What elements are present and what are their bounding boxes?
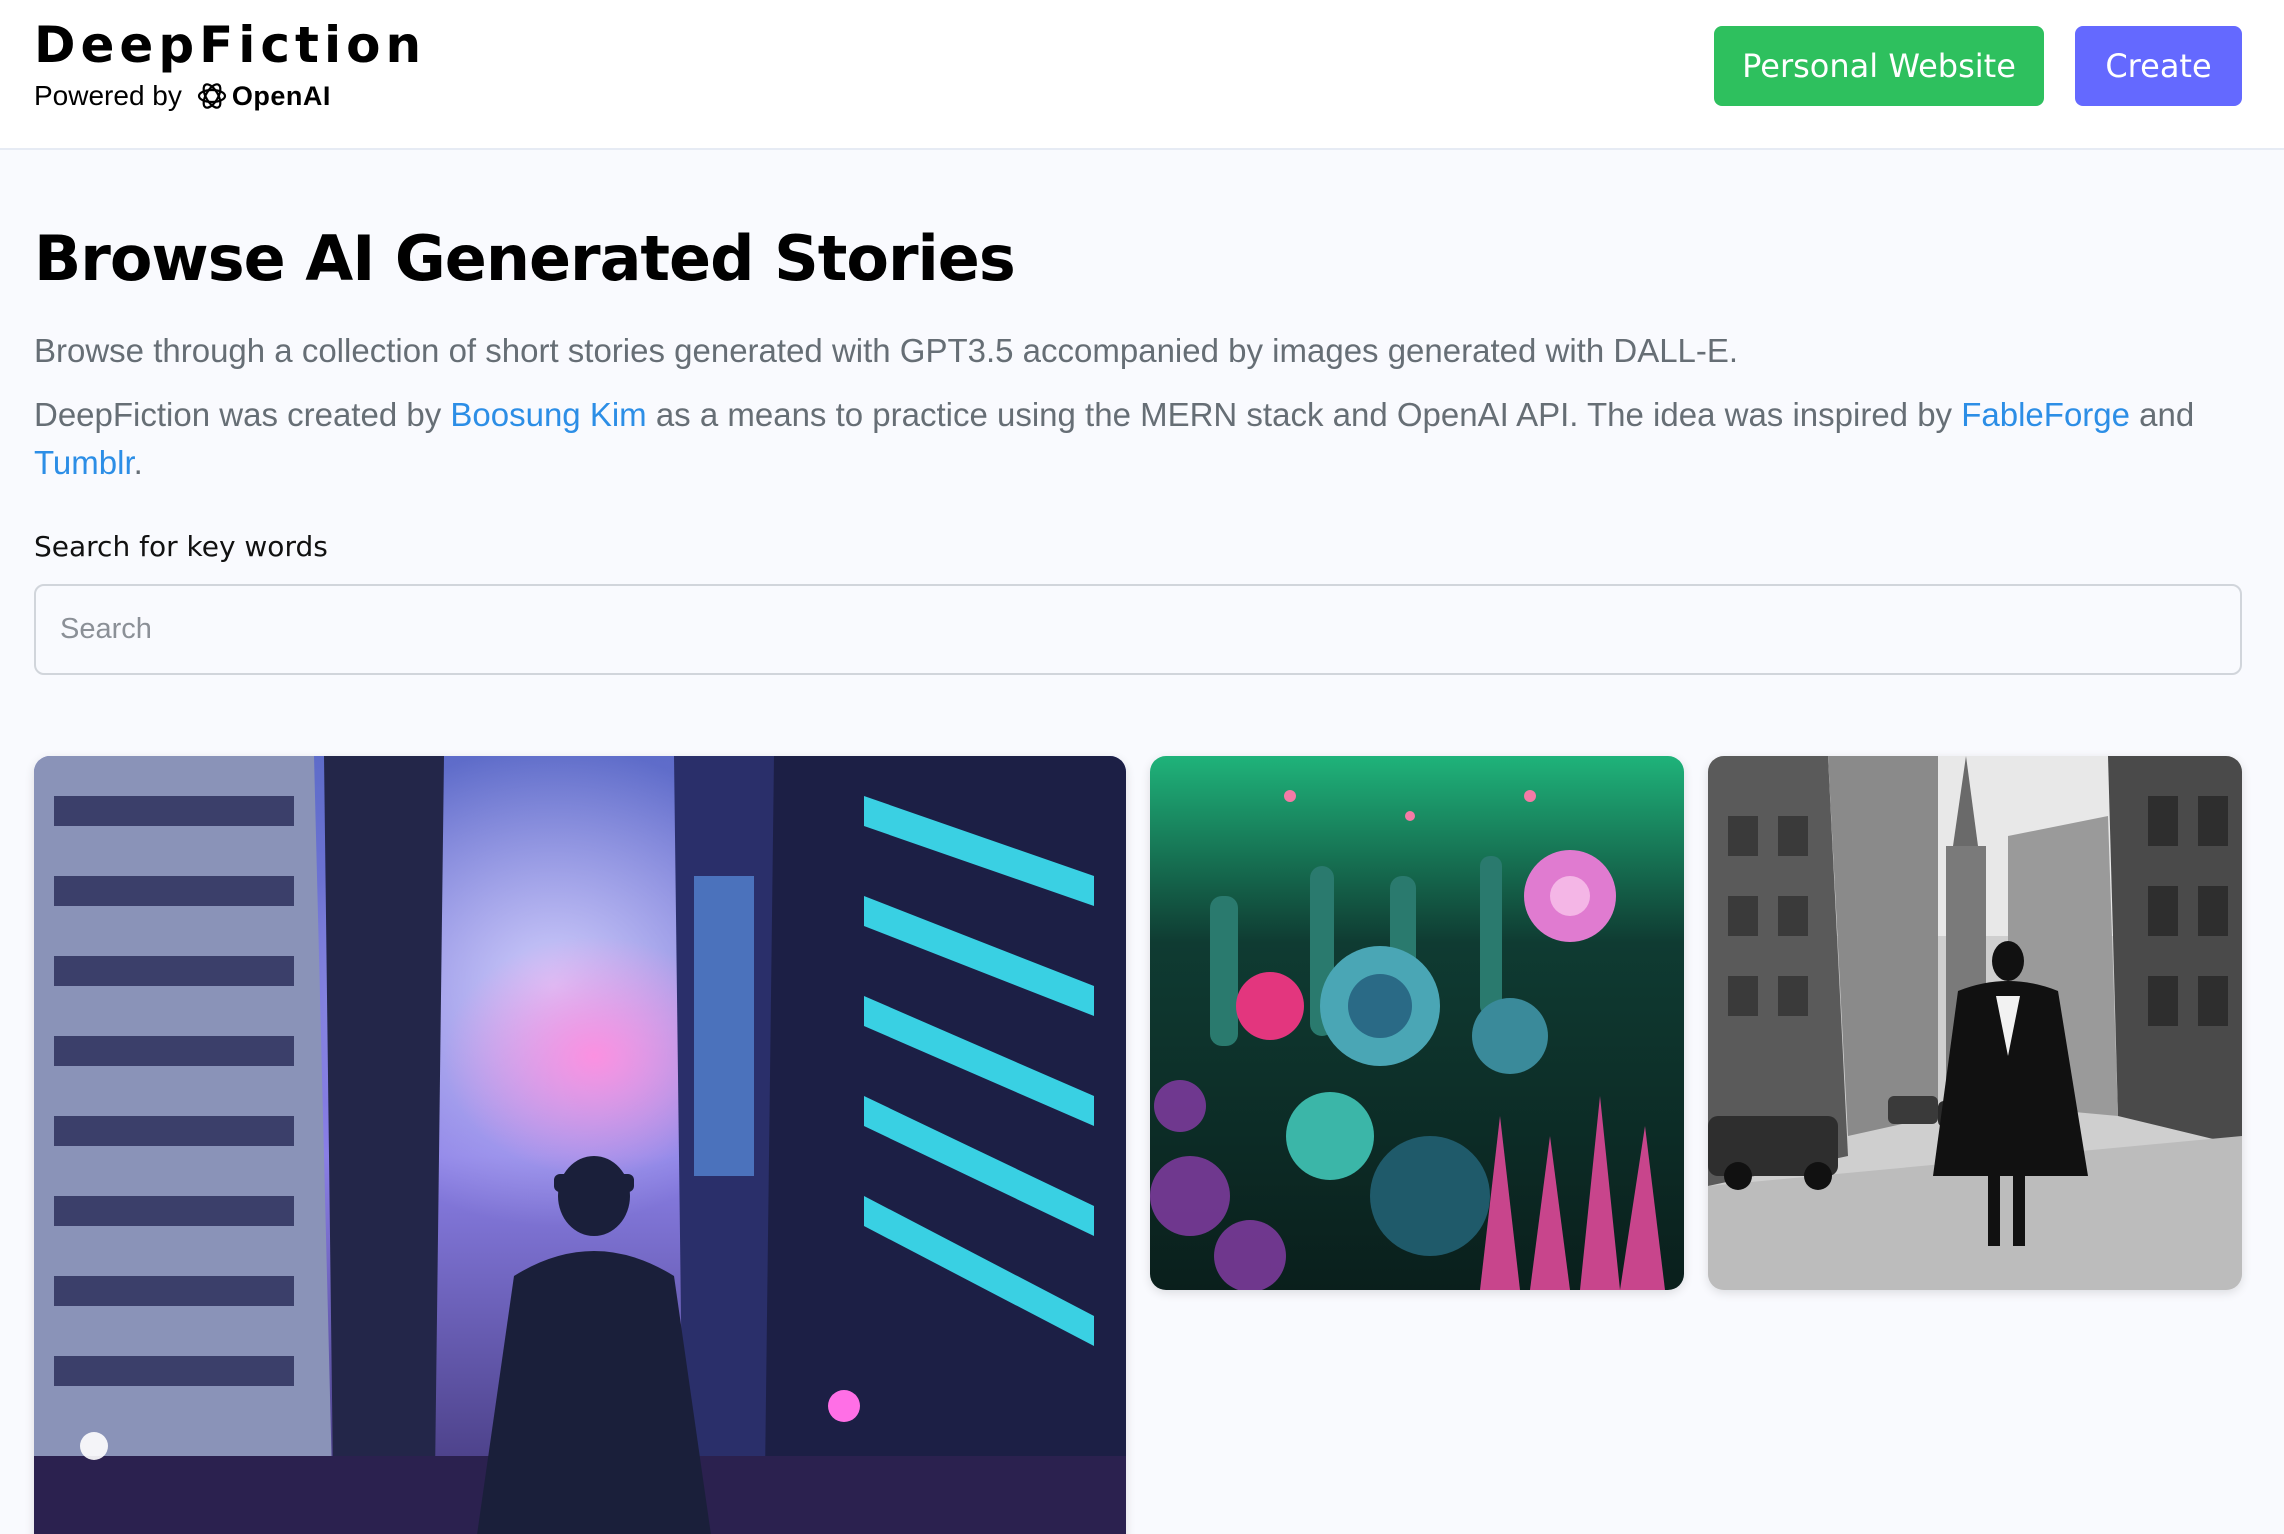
cyberpunk-city-card[interactable] <box>34 756 1126 1534</box>
search-label: Search for key words <box>34 530 328 563</box>
create-button[interactable]: Create <box>2075 26 2242 106</box>
tumblr-link[interactable]: Tumblr <box>34 444 134 481</box>
credits-text-1: DeepFiction was created by <box>34 396 451 433</box>
cyberpunk-city-image <box>34 756 1126 1534</box>
page-title: Browse AI Generated Stories <box>34 222 1016 295</box>
openai-logo: OpenAI <box>196 80 331 112</box>
openai-logo-icon <box>197 83 226 109</box>
search-input[interactable] <box>34 584 2242 675</box>
credits-text-3: and <box>2130 396 2195 433</box>
vintage-street-card[interactable] <box>1708 756 2242 1290</box>
credits-text-2: as a means to practice using the MERN st… <box>646 396 1962 433</box>
fableforge-link[interactable]: FableForge <box>1961 396 2130 433</box>
coral-reef-card[interactable] <box>1150 756 1684 1290</box>
author-link[interactable]: Boosung Kim <box>450 396 646 433</box>
description-credits: DeepFiction was created by Boosung Kim a… <box>34 391 2250 487</box>
powered-by: Powered by OpenAI <box>34 80 331 112</box>
coral-reef-image <box>1150 756 1684 1290</box>
powered-by-label: Powered by <box>34 80 182 111</box>
description-intro: Browse through a collection of short sto… <box>34 332 1739 369</box>
vintage-street-image <box>1708 756 2242 1290</box>
brand-title[interactable]: DeepFiction <box>34 16 426 74</box>
personal-website-button[interactable]: Personal Website <box>1714 26 2044 106</box>
openai-wordmark: OpenAI <box>231 80 331 111</box>
app-header: DeepFiction Powered by OpenAI Personal W… <box>0 0 2284 150</box>
credits-text-4: . <box>133 444 143 481</box>
